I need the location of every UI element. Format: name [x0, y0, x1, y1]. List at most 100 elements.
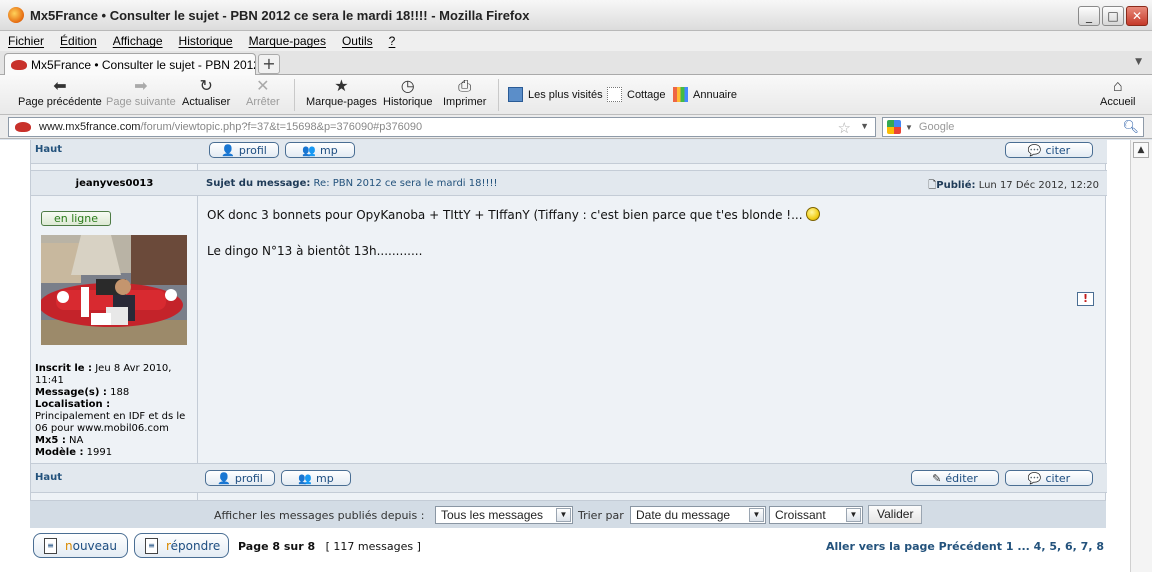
tab-title: Mx5France • Consulter le sujet - PBN 201… [31, 57, 256, 72]
menu-affichage[interactable]: Affichage [113, 34, 163, 48]
bookmark-most-visited[interactable]: Les plus visités [508, 87, 603, 102]
bookmark-cottage[interactable]: Cottage [607, 87, 666, 102]
users-icon: 👥 [298, 471, 312, 485]
order-select[interactable]: Croissant ▼ [769, 506, 863, 524]
tab-active[interactable]: Mx5France • Consulter le sujet - PBN 201… [4, 53, 256, 75]
url-domain: www.mx5france.com [39, 121, 141, 133]
print-button[interactable]: ⎙ Imprimer [443, 78, 486, 108]
bookmarks-button[interactable]: ★ Marque-pages [306, 78, 377, 108]
close-button[interactable]: ✕ [1126, 6, 1148, 26]
history-label: Historique [383, 96, 433, 108]
chevron-down-icon: ▼ [749, 508, 764, 522]
toolbar-separator [498, 79, 499, 111]
history-button[interactable]: ◷ Historique [383, 78, 433, 108]
mx5-value: NA [69, 435, 84, 446]
user-avatar [41, 235, 187, 345]
post-container: Haut 👤 profil 👥 mp 💬 citer jeanyves0013 Suj… [30, 140, 1107, 528]
subject-link[interactable]: Re: PBN 2012 ce sera le mardi 18!!!! [314, 178, 498, 189]
since-select[interactable]: Tous les messages ▼ [435, 506, 573, 524]
reload-button[interactable]: ↻ Actualiser [182, 78, 230, 108]
window-titlebar: Mx5France • Consulter le sujet - PBN 201… [0, 0, 1152, 31]
url-dropdown-icon[interactable]: ▼ [860, 121, 869, 131]
pagination[interactable]: Aller vers la page Précédent 1 ... 4, 5,… [826, 540, 1104, 553]
search-icon[interactable]: 🔍︎ [1122, 119, 1139, 135]
user-icon: 👤 [217, 471, 231, 485]
haut-link[interactable]: Haut [35, 144, 62, 155]
sort-select[interactable]: Date du message ▼ [630, 506, 766, 524]
valider-button[interactable]: Valider [868, 505, 923, 524]
profil-button[interactable]: 👤 profil [209, 142, 279, 158]
reload-label: Actualiser [182, 96, 231, 108]
users-icon: 👥 [302, 143, 316, 157]
engine-dropdown-icon[interactable]: ▼ [905, 123, 913, 132]
stop-button[interactable]: ✕ Arrêter [246, 78, 280, 108]
citer-button[interactable]: 💬 citer [1005, 142, 1093, 158]
editer-button[interactable]: ✎ éditer [911, 470, 999, 486]
modele-value: 1991 [86, 447, 113, 458]
display-filter-bar: Afficher les messages publiés depuis : T… [30, 500, 1106, 528]
forward-button[interactable]: ➡ Page suivante [106, 78, 176, 108]
home-label: Accueil [1100, 96, 1136, 108]
menu-fichier[interactable]: Fichier [8, 34, 44, 48]
reply-button[interactable]: ≡ répondre [134, 533, 229, 558]
bookmark-annuaire[interactable]: Annuaire [673, 87, 737, 102]
forward-arrow-icon: ➡ [134, 78, 148, 95]
published-label: Publié: [936, 180, 976, 191]
back-button[interactable]: ⬅ Page précédente [18, 78, 102, 108]
toolbar-separator [294, 79, 295, 111]
report-post-button[interactable]: ! [1077, 292, 1094, 306]
annuaire-icon [673, 87, 688, 102]
new-topic-button[interactable]: ≡ nouveau [33, 533, 128, 558]
messages-value: 188 [110, 387, 130, 398]
post-body: OK donc 3 bonnets pour OpyKanoba + TIttY… [207, 206, 1097, 278]
published-date: Lun 17 Déc 2012, 12:20 [978, 180, 1099, 191]
profil-label: profil [238, 143, 267, 157]
menu-edition[interactable]: Édition [60, 34, 97, 48]
chevron-down-icon: ▼ [556, 508, 571, 522]
post-header: jeanyves0013 Sujet du message: Re: PBN 2… [31, 170, 1107, 196]
most-visited-icon [508, 87, 523, 102]
address-bar[interactable]: www.mx5france.com/forum/viewtopic.php?f=… [8, 117, 876, 137]
citer-label: citer [1045, 143, 1071, 157]
google-icon [887, 120, 901, 134]
new-topic-label: nouveau [65, 538, 117, 553]
profil-button[interactable]: 👤 profil [205, 470, 275, 486]
user-icon: 👤 [221, 143, 235, 157]
post-author[interactable]: jeanyves0013 [31, 178, 198, 189]
mp-button[interactable]: 👥 mp [281, 470, 351, 486]
edit-icon: ✎ [932, 471, 942, 485]
search-box[interactable]: ▼ Google 🔍︎ [882, 117, 1144, 137]
bookmark-label: Annuaire [693, 88, 738, 101]
scroll-up-icon[interactable]: ▲ [1133, 142, 1149, 158]
localisation-label: Localisation : [35, 399, 111, 410]
document-icon: ≡ [145, 537, 158, 554]
url-path: /forum/viewtopic.php?f=37&t=15698&p=3760… [140, 121, 423, 133]
new-tab-button[interactable]: + [258, 54, 280, 74]
page-content: Haut 👤 profil 👥 mp 💬 citer jeanyves0013 Suj… [0, 140, 1130, 572]
reply-label: répondre [166, 538, 221, 553]
vertical-scrollbar[interactable]: ▲ [1130, 140, 1152, 572]
inscrit-label: Inscrit le : [35, 363, 93, 374]
menu-marque-pages[interactable]: Marque-pages [249, 34, 326, 48]
menu-historique[interactable]: Historique [179, 34, 233, 48]
menu-help[interactable]: ? [389, 34, 396, 48]
citer-button[interactable]: 💬 citer [1005, 470, 1093, 486]
subject-label: Sujet du message: [206, 178, 311, 189]
post-footer-prev: Haut 👤 profil 👥 mp 💬 citer [31, 140, 1107, 164]
home-icon: ⌂ [1112, 78, 1123, 95]
mp-button[interactable]: 👥 mp [285, 142, 355, 158]
mx5-label: Mx5 : [35, 435, 66, 446]
haut-link[interactable]: Haut [35, 472, 62, 483]
site-favicon-icon [15, 122, 31, 132]
bookmark-star-icon[interactable]: ☆ [838, 119, 851, 137]
maximize-button[interactable]: □ [1102, 6, 1124, 26]
search-placeholder: Google [918, 121, 955, 133]
post-text-line1: OK donc 3 bonnets pour OpyKanoba + TIttY… [207, 208, 803, 222]
menu-outils[interactable]: Outils [342, 34, 373, 48]
tab-list-arrow-icon[interactable]: ▼ [1135, 57, 1142, 67]
cottage-page-icon [607, 87, 622, 102]
back-label: Page précédente [18, 96, 102, 108]
minimize-button[interactable]: _ [1078, 6, 1100, 26]
home-button[interactable]: ⌂ Accueil [1100, 78, 1135, 108]
print-label: Imprimer [443, 96, 487, 108]
